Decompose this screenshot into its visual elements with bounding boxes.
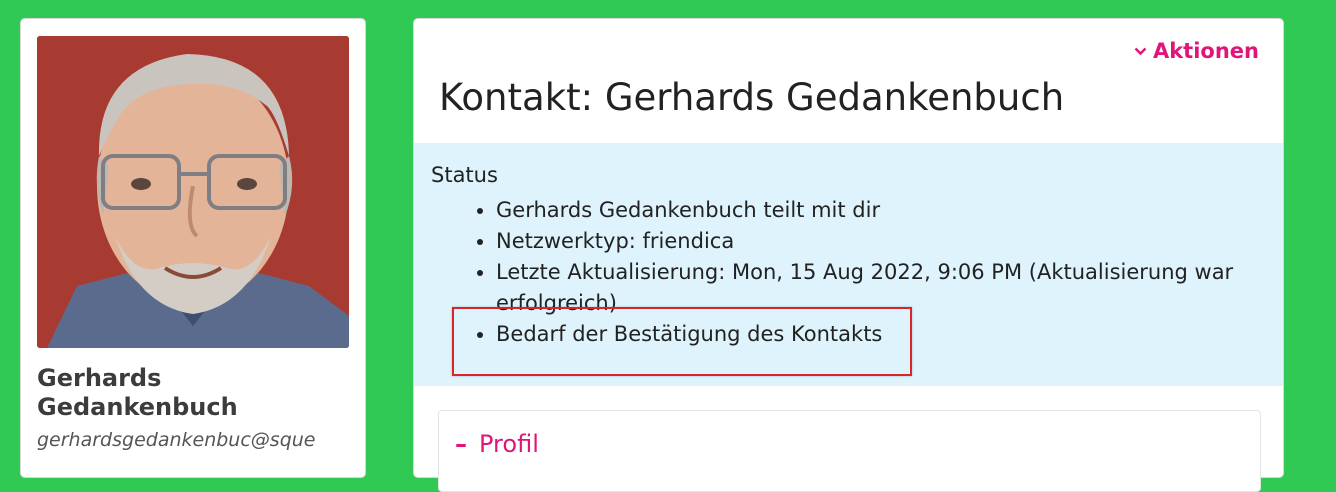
status-item-sharing: Gerhards Gedankenbuch teilt mit dir <box>496 195 1256 226</box>
profile-label: Profil <box>479 430 539 458</box>
actions-dropdown[interactable]: Aktionen <box>1134 39 1259 63</box>
contact-name-line1: Gerhards <box>37 364 162 392</box>
minus-icon: – <box>455 430 467 458</box>
contact-name: Gerhards Gedankenbuch <box>37 364 337 422</box>
status-item-network: Netzwerktyp: friendica <box>496 226 1256 257</box>
actions-label: Aktionen <box>1152 39 1259 63</box>
contact-address: gerhardsgedankenbuc@sque <box>37 429 316 451</box>
contact-sidebar-card: Gerhards Gedankenbuch gerhardsgedankenbu… <box>20 18 366 478</box>
status-heading: Status <box>431 163 498 187</box>
contact-main-card: Aktionen Kontakt: Gerhards Gedankenbuch … <box>413 18 1284 492</box>
chevron-down-icon <box>1134 41 1147 60</box>
profile-section: – Profil <box>438 410 1261 492</box>
avatar <box>37 36 349 348</box>
page-title: Kontakt: Gerhards Gedankenbuch <box>439 76 1065 119</box>
highlight-annotation <box>452 307 912 376</box>
profile-toggle[interactable]: – Profil <box>455 430 539 458</box>
contact-name-line2: Gedankenbuch <box>37 393 238 421</box>
